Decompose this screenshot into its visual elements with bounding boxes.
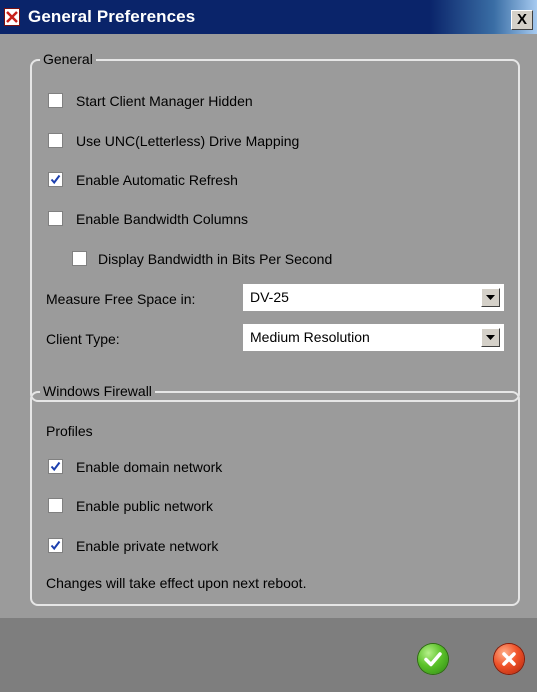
dialog-body: General Start Client Manager Hidden Use … bbox=[0, 34, 537, 618]
chevron-down-icon[interactable] bbox=[481, 328, 500, 347]
close-button[interactable]: X bbox=[511, 10, 533, 30]
windows-firewall-group: Windows Firewall Profiles Enable domain … bbox=[30, 383, 520, 606]
automatic-refresh-label: Enable Automatic Refresh bbox=[76, 172, 238, 188]
measure-free-space-label: Measure Free Space in: bbox=[46, 291, 196, 307]
app-icon bbox=[4, 8, 20, 26]
measure-free-space-select[interactable]: DV-25 bbox=[243, 284, 504, 311]
general-preferences-window: General Preferences X General Start Clie… bbox=[0, 0, 537, 692]
footer-bar bbox=[0, 618, 537, 692]
general-group-legend: General bbox=[40, 51, 96, 67]
measure-free-space-value: DV-25 bbox=[250, 289, 289, 305]
bandwidth-bits-label: Display Bandwidth in Bits Per Second bbox=[98, 251, 333, 267]
red-x-icon bbox=[502, 652, 516, 666]
general-group: General Start Client Manager Hidden Use … bbox=[30, 51, 520, 402]
domain-network-label: Enable domain network bbox=[76, 459, 223, 475]
client-type-label: Client Type: bbox=[46, 331, 120, 347]
bandwidth-bits-checkbox[interactable] bbox=[72, 251, 87, 266]
window-title: General Preferences bbox=[28, 7, 196, 26]
domain-network-checkbox[interactable] bbox=[48, 459, 63, 474]
green-checkmark-icon bbox=[424, 652, 442, 667]
start-hidden-checkbox[interactable] bbox=[48, 93, 63, 108]
chevron-down-icon[interactable] bbox=[481, 288, 500, 307]
profiles-label: Profiles bbox=[46, 423, 93, 439]
public-network-label: Enable public network bbox=[76, 498, 213, 514]
client-type-select[interactable]: Medium Resolution bbox=[243, 324, 504, 351]
unc-drive-mapping-checkbox[interactable] bbox=[48, 133, 63, 148]
bandwidth-columns-checkbox[interactable] bbox=[48, 211, 63, 226]
public-network-checkbox[interactable] bbox=[48, 498, 63, 513]
ok-button[interactable] bbox=[418, 644, 448, 674]
start-hidden-label: Start Client Manager Hidden bbox=[76, 93, 253, 109]
bandwidth-columns-label: Enable Bandwidth Columns bbox=[76, 211, 248, 227]
automatic-refresh-checkbox[interactable] bbox=[48, 172, 63, 187]
unc-drive-mapping-label: Use UNC(Letterless) Drive Mapping bbox=[76, 133, 300, 149]
cancel-button[interactable] bbox=[494, 644, 524, 674]
title-bar: General Preferences X bbox=[0, 0, 537, 34]
private-network-label: Enable private network bbox=[76, 538, 219, 554]
private-network-checkbox[interactable] bbox=[48, 538, 63, 553]
reboot-note: Changes will take effect upon next reboo… bbox=[46, 575, 307, 591]
windows-firewall-legend: Windows Firewall bbox=[40, 383, 155, 399]
client-type-value: Medium Resolution bbox=[250, 329, 370, 345]
